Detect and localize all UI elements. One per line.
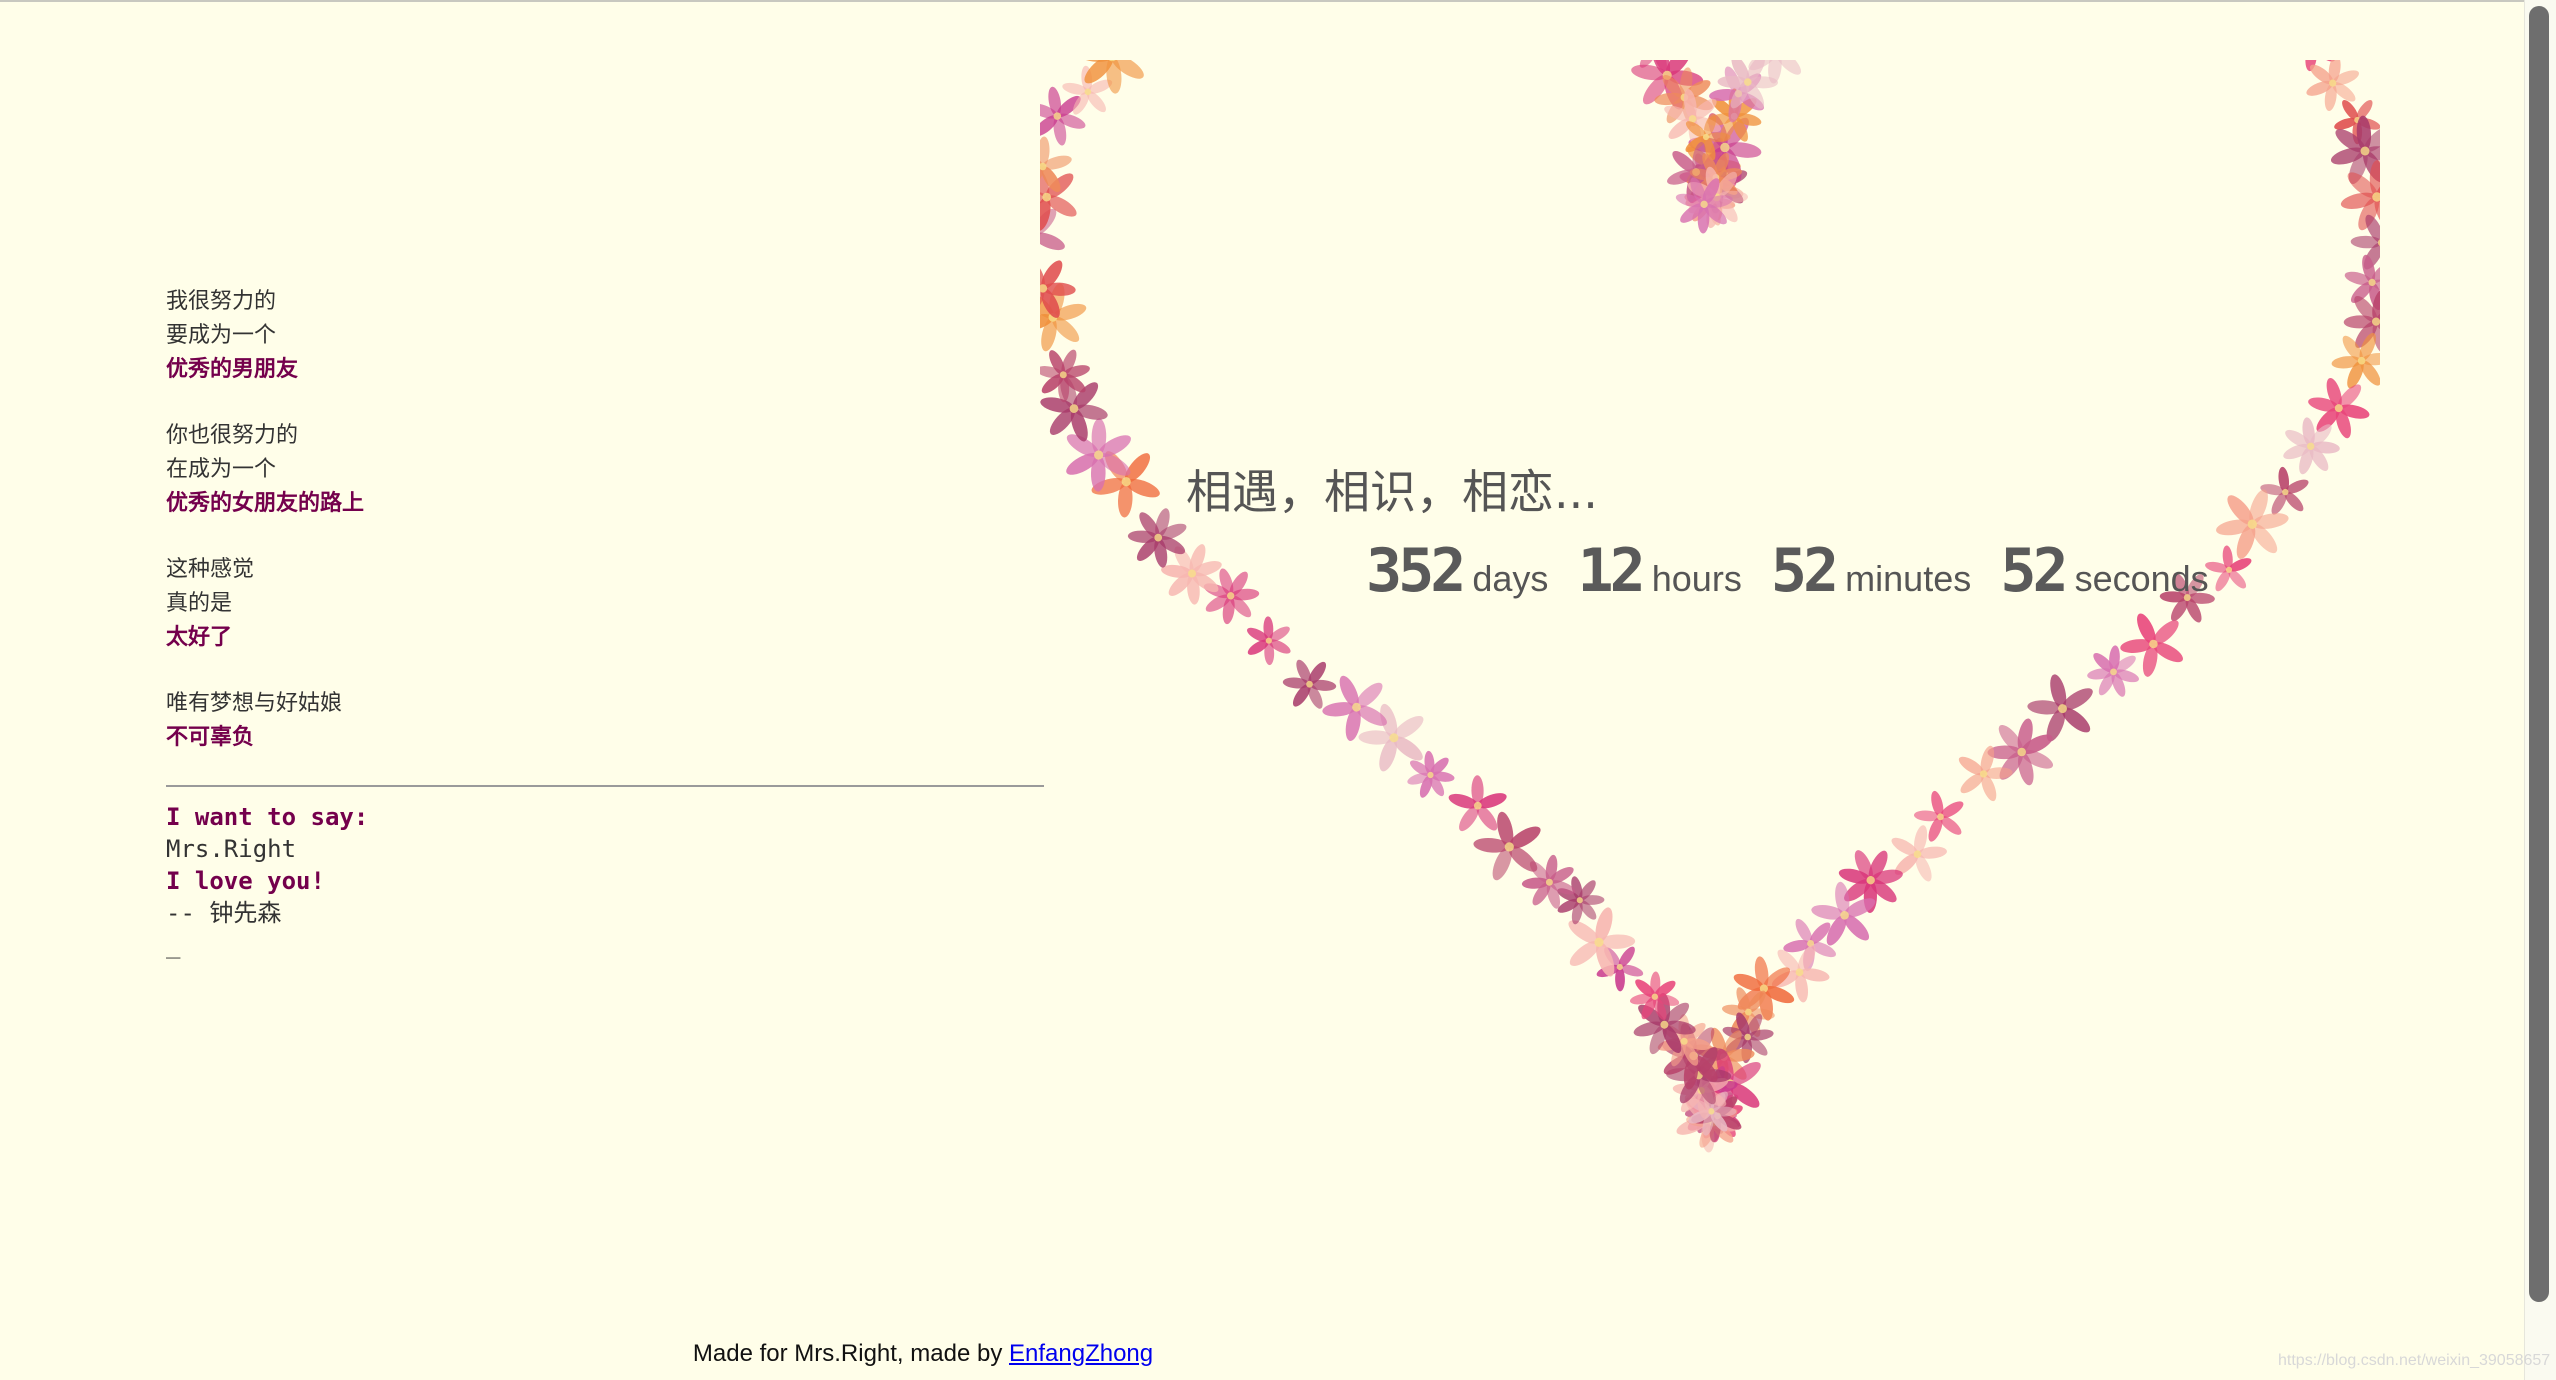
heart-heading: 相遇，相识，相恋... [1186,465,1598,519]
poem-highlight-line: 优秀的男朋友 [166,357,299,382]
author-link[interactable]: EnfangZhong [1009,1340,1153,1367]
footer-text: Made for Mrs.Right, made by [692,1340,1009,1367]
seconds-label: seconds [2074,558,2209,599]
love-duration-counter: 352 days 12 hours 52 minutes 52 seconds [1366,536,2233,606]
watermark: https://blog.csdn.net/weixin_39058657 [2278,1352,2551,1369]
poem-stanza: 你也很努力的 在成为一个优秀的女朋友的路上 [166,419,1046,521]
poem-highlight-line: 太好了 [166,625,233,650]
days-value: 352 [1366,536,1466,606]
poem: 我很努力的 要成为一个 优秀的男朋友 你也很努力的 在成为一个 优秀的女朋友的路上 这种感觉… [166,285,1046,755]
poem-stanza: 这种感觉真的是太好了 [166,553,1046,655]
message-line: _ [166,931,181,959]
days-label: days [1472,558,1549,599]
flower-petal-cluster [2027,674,2093,742]
poem-panel: 我很努力的 要成为一个 优秀的男朋友 你也很努力的 在成为一个 优秀的女朋友的路上 这种感觉… [166,285,1046,961]
flower-heart [1040,60,2380,1153]
message-highlight-line: I love you! [166,867,325,895]
poem-line: 我很努力的 [166,289,277,314]
divider [166,785,1044,787]
message-line: -- 钟先森 [166,899,282,927]
poem-highlight-line: 不可辜负 [166,725,255,750]
poem-highlight-line: 优秀的女朋友的路上 [166,491,365,516]
hours-label: hours [1651,558,1742,599]
scrollbar-thumb[interactable] [2529,6,2549,1302]
flower-petal-cluster [2306,60,2360,112]
flower-petal-cluster [1282,659,1337,709]
poem-line: 这种感觉 [166,557,255,582]
love-message: I want to say: Mrs.Right I love you! -- 钟先森… [166,801,1046,961]
message-line: Mrs.Right [166,835,297,863]
seconds-value: 52 [2000,536,2068,606]
poem-stanza: 唯有梦想与好姑娘 不可辜负 [166,687,1046,755]
minutes-value: 52 [1770,536,1839,606]
footer: Made for Mrs.Right, made by EnfangZhong [0,1340,1846,1368]
poem-line: 唯有梦想与好姑娘 [166,691,343,716]
poem-line: 你也很努力的 [166,423,299,448]
poem-line: 在成为一个 [166,457,277,482]
minutes-label: minutes [1845,558,1972,599]
poem-line: 真的是 [166,591,233,616]
message-highlight-line: I want to say: [166,803,369,831]
poem-line: 要成为一个 [166,323,277,348]
window-top-border [0,0,2556,2]
hours-value: 12 [1577,536,1646,606]
flower-petal-cluster [1247,616,1291,666]
poem-stanza: 我很努力的要成为一个优秀的男朋友 [166,285,1046,387]
